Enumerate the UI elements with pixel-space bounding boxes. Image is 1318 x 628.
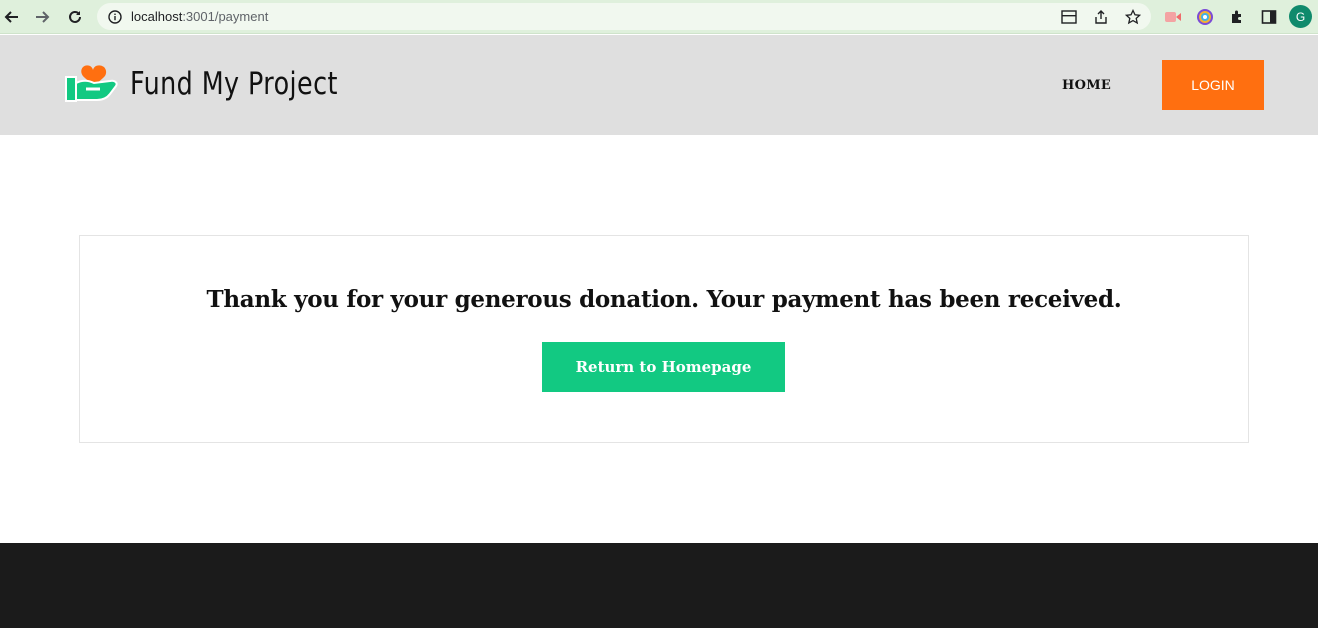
url-host: localhost — [131, 9, 183, 24]
forward-arrow-icon[interactable] — [30, 5, 54, 29]
share-icon[interactable] — [1091, 7, 1111, 27]
back-arrow-icon[interactable] — [0, 5, 24, 29]
url-text: localhost:3001/payment — [131, 9, 268, 24]
extension-video-icon[interactable] — [1162, 6, 1184, 28]
confirmation-message: Thank you for your generous donation. Yo… — [206, 286, 1122, 313]
address-bar[interactable]: localhost:3001/payment — [97, 3, 1151, 30]
login-button[interactable]: LOGIN — [1162, 60, 1264, 110]
bookmark-star-icon[interactable] — [1123, 7, 1143, 27]
site-footer — [0, 543, 1318, 628]
side-panel-icon[interactable] — [1258, 6, 1280, 28]
site-header: Fund My Project HOME LOGIN — [0, 35, 1318, 135]
site-info-icon[interactable] — [105, 7, 125, 27]
return-to-homepage-button[interactable]: Return to Homepage — [542, 342, 785, 392]
url-path: :3001/payment — [182, 9, 269, 24]
reload-icon[interactable] — [63, 5, 87, 29]
brand-logo[interactable]: Fund My Project — [64, 63, 383, 105]
profile-avatar[interactable]: G — [1289, 5, 1312, 28]
reader-mode-icon[interactable] — [1059, 7, 1079, 27]
brand-name: Fund My Project — [130, 66, 338, 102]
nav-home-link[interactable]: HOME — [1062, 78, 1111, 93]
extensions-puzzle-icon[interactable] — [1226, 6, 1248, 28]
heart-hand-logo-icon — [65, 65, 118, 102]
extension-color-picker-icon[interactable] — [1194, 6, 1216, 28]
payment-confirmation-card: Thank you for your generous donation. Yo… — [79, 235, 1249, 443]
browser-toolbar: localhost:3001/payment G — [0, 0, 1318, 34]
